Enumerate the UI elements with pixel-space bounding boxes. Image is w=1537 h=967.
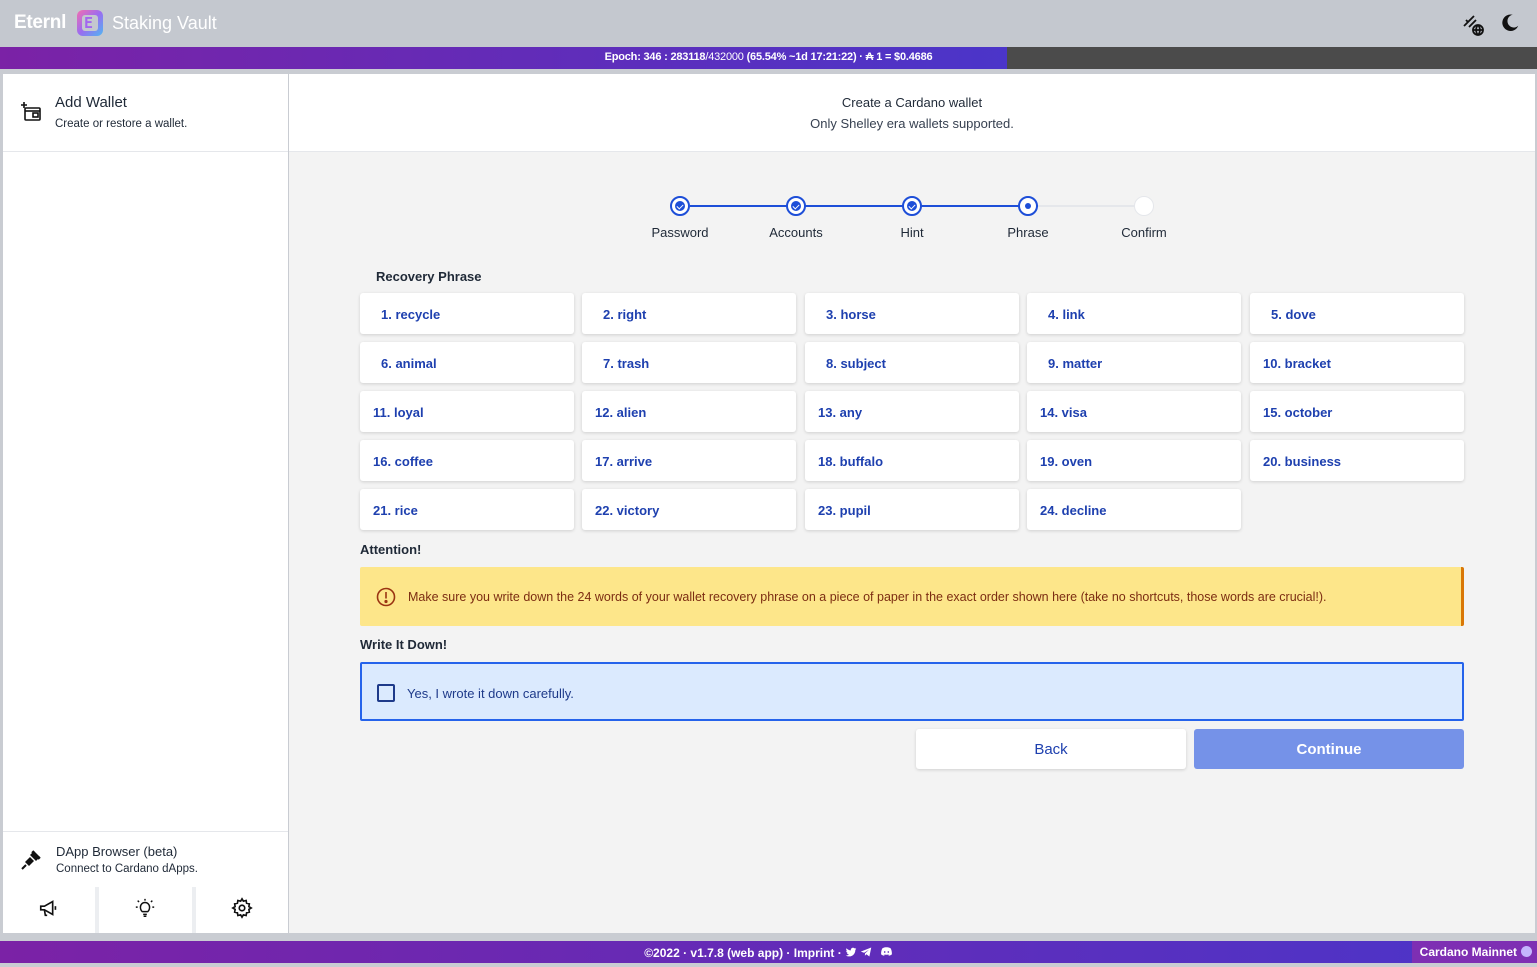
dark-mode-moon-icon[interactable]	[1499, 12, 1523, 36]
main-panel: Create a Cardano wallet Only Shelley era…	[289, 74, 1535, 933]
announcements-button[interactable]	[3, 887, 96, 933]
step-phrase-dot	[1018, 196, 1038, 216]
twitter-icon[interactable]	[845, 946, 860, 960]
epoch-info: Epoch: 346 : 283118/432000 (65.54% ~1d 1…	[0, 51, 1537, 63]
recovery-word-22: 22. victory	[582, 489, 796, 530]
lightbulb-icon	[134, 897, 156, 924]
recovery-word-13: 13. any	[805, 391, 1019, 432]
add-wallet-subtitle: Create or restore a wallet.	[55, 118, 188, 130]
step-label-hint: Hint	[900, 225, 924, 240]
recovery-word-21: 21. rice	[360, 489, 574, 530]
recovery-word-24: 24. decline	[1027, 489, 1241, 530]
recovery-word-7: 7. trash	[582, 342, 796, 383]
continue-button[interactable]: Continue	[1194, 729, 1464, 769]
plug-icon	[19, 848, 43, 872]
stepper: Password Accounts Hint Phrase Confirm	[289, 74, 1535, 274]
attention-text: Make sure you write down the 24 words of…	[408, 590, 1327, 604]
back-button[interactable]: Back	[916, 729, 1186, 769]
recovery-word-6: 6. animal	[360, 342, 574, 383]
discord-icon[interactable]	[876, 946, 893, 960]
recovery-word-5: 5. dove	[1250, 293, 1464, 334]
warning-circle-icon	[376, 587, 396, 607]
tips-button[interactable]	[99, 887, 192, 933]
recovery-word-12: 12. alien	[582, 391, 796, 432]
epoch-label: Epoch: 346 : 283118	[604, 51, 706, 63]
step-label-password: Password	[651, 225, 709, 240]
recovery-word-17: 17. arrive	[582, 440, 796, 481]
footer-text: ©2022 · v1.7.8 (web app) · Imprint ·	[644, 946, 842, 960]
recovery-phrase-label: Recovery Phrase	[376, 269, 482, 284]
recovery-word-3: 3. horse	[805, 293, 1019, 334]
epoch-progress-bar: Epoch: 346 : 283118/432000 (65.54% ~1d 1…	[0, 47, 1537, 69]
recovery-word-16: 16. coffee	[360, 440, 574, 481]
recovery-word-8: 8. subject	[805, 342, 1019, 383]
telegram-icon[interactable]	[860, 946, 875, 960]
top-bar: Eternl Staking Vault	[0, 0, 1537, 47]
step-confirm-dot	[1134, 196, 1154, 216]
footer: ©2022 · v1.7.8 (web app) · Imprint · Car…	[0, 941, 1537, 963]
network-globe-icon[interactable]	[1461, 12, 1485, 36]
recovery-word-1: 1. recycle	[360, 293, 574, 334]
step-label-phrase: Phrase	[1007, 225, 1049, 240]
recovery-word-15: 15. october	[1250, 391, 1464, 432]
recovery-word-9: 9. matter	[1027, 342, 1241, 383]
ada-price: · ₳ 1 = $0.4686	[859, 51, 933, 63]
write-it-down-checkbox-row[interactable]: Yes, I wrote it down carefully.	[360, 662, 1464, 721]
step-hint-dot	[902, 196, 922, 216]
network-badge[interactable]: Cardano Mainnet	[1411, 941, 1537, 963]
dapp-browser-item[interactable]: DApp Browser (beta) Connect to Cardano d…	[3, 831, 288, 886]
eternl-logo-icon	[77, 10, 103, 36]
recovery-word-14: 14. visa	[1027, 391, 1241, 432]
recovery-word-11: 11. loyal	[360, 391, 574, 432]
recovery-word-2: 2. right	[582, 293, 796, 334]
add-wallet-item[interactable]: Add Wallet Create or restore a wallet.	[3, 74, 288, 152]
recovery-word-4: 4. link	[1027, 293, 1241, 334]
recovery-word-18: 18. buffalo	[805, 440, 1019, 481]
recovery-word-10: 10. bracket	[1250, 342, 1464, 383]
step-password-dot	[670, 196, 690, 216]
dapp-browser-subtitle: Connect to Cardano dApps.	[56, 863, 198, 875]
step-accounts-dot	[786, 196, 806, 216]
recovery-word-23: 23. pupil	[805, 489, 1019, 530]
app-subtitle: Staking Vault	[112, 13, 217, 33]
add-wallet-icon	[19, 100, 43, 124]
sidebar-bottom-buttons	[3, 887, 288, 933]
footer-info: ©2022 · v1.7.8 (web app) · Imprint ·	[0, 945, 1537, 960]
sidebar: Add Wallet Create or restore a wallet. D…	[3, 74, 288, 933]
epoch-total: /432000	[705, 51, 744, 63]
attention-warning-box: Make sure you write down the 24 words of…	[360, 567, 1464, 626]
written-down-checkbox[interactable]	[377, 684, 395, 702]
brand-name: Eternl	[14, 12, 67, 33]
step-label-accounts: Accounts	[769, 225, 823, 240]
dapp-browser-title: DApp Browser (beta)	[56, 844, 178, 859]
recovery-word-19: 19. oven	[1027, 440, 1241, 481]
settings-button[interactable]	[195, 887, 288, 933]
write-it-down-label: Write It Down!	[360, 637, 448, 652]
written-down-checkbox-label: Yes, I wrote it down carefully.	[407, 686, 574, 701]
megaphone-icon	[38, 897, 60, 924]
epoch-progress-text: (65.54% ~1d 17:21:22)	[746, 51, 857, 63]
attention-label: Attention!	[360, 542, 422, 557]
gear-icon	[231, 896, 253, 924]
add-wallet-title: Add Wallet	[55, 94, 127, 111]
step-label-confirm: Confirm	[1121, 225, 1167, 240]
recovery-word-20: 20. business	[1250, 440, 1464, 481]
